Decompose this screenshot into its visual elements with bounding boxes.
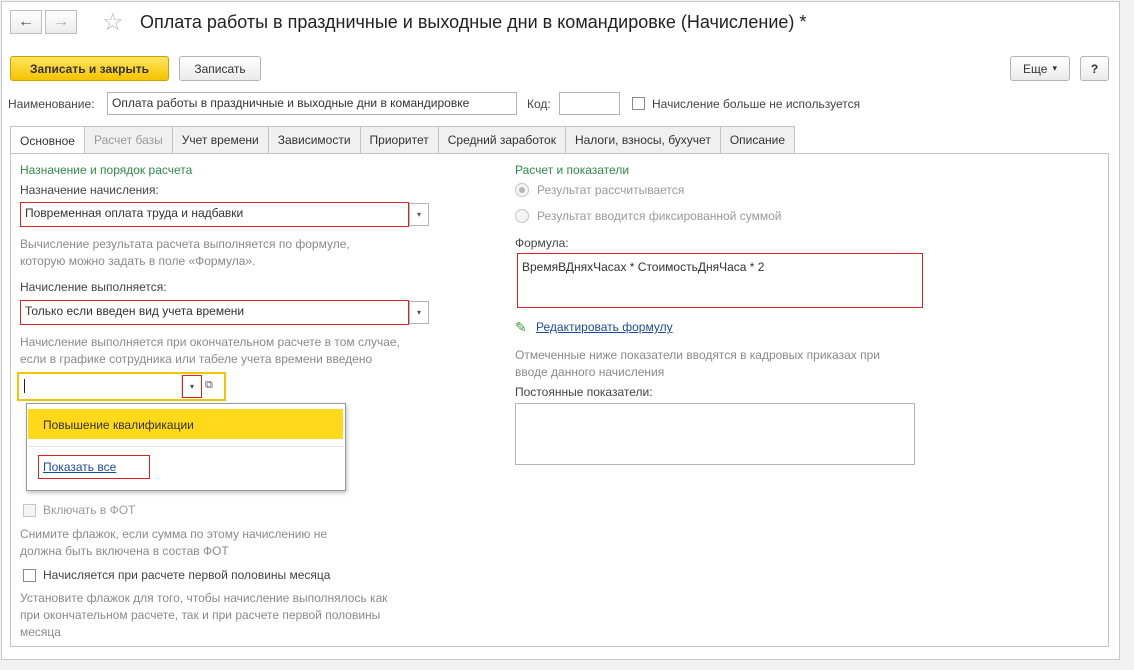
time-kind-dropdown-button[interactable]: ▾ xyxy=(182,375,202,398)
code-field[interactable] xyxy=(559,92,620,115)
exec-note-line: если в графике сотрудника или табеле уче… xyxy=(20,352,373,366)
exec-note-line: Начисление выполняется при окончательном… xyxy=(20,335,400,349)
pencil-icon: ✎ xyxy=(515,319,527,335)
arrow-left-icon: ← xyxy=(18,13,34,30)
purpose-note-line: Вычисление результата расчета выполняетс… xyxy=(20,237,350,251)
document-window: ← → ☆ Оплата работы в праздничные и выхо… xyxy=(1,1,1120,660)
time-kind-popup: Повышение квалификации Показать все xyxy=(26,403,346,491)
name-field[interactable]: Оплата работы в праздничные и выходные д… xyxy=(107,92,517,115)
save-and-close-button[interactable]: Записать и закрыть xyxy=(10,56,169,81)
fot-note: Снимите флажок, если сумма по этому начи… xyxy=(20,526,327,560)
const-indicators-list[interactable] xyxy=(515,403,915,465)
exec-note: Начисление выполняется при окончательном… xyxy=(20,334,400,368)
chevron-down-icon: ▾ xyxy=(416,210,421,219)
indicators-note-line: вводе данного начисления xyxy=(515,365,665,379)
purpose-field[interactable]: Повременная оплата труда и надбавки xyxy=(20,202,409,227)
purpose-note: Вычисление результата расчета выполняетс… xyxy=(20,236,350,270)
help-button[interactable]: ? xyxy=(1080,56,1109,81)
fot-checkbox[interactable] xyxy=(23,504,36,517)
popup-item-qualification[interactable]: Повышение квалификации xyxy=(28,409,343,439)
chevron-down-icon: ▾ xyxy=(416,308,421,317)
radio-fixed-label: Результат вводится фиксированной суммой xyxy=(537,209,782,223)
half-month-note: Установите флажок для того, чтобы начисл… xyxy=(20,590,388,641)
more-button[interactable]: Еще ▾ xyxy=(1010,56,1070,81)
half-month-checkbox[interactable] xyxy=(23,569,36,582)
half-note-line: месяца xyxy=(20,625,61,639)
purpose-dropdown-button[interactable]: ▾ xyxy=(409,203,429,226)
formula-field[interactable]: ВремяВДняхЧасах * СтоимостьДняЧаса * 2 xyxy=(517,253,923,308)
const-indicators-label: Постоянные показатели: xyxy=(515,385,653,399)
fot-note-line: Снимите флажок, если сумма по этому начи… xyxy=(20,527,328,541)
indicators-note: Отмеченные ниже показатели вводятся в ка… xyxy=(515,347,880,381)
exec-label: Начисление выполняется: xyxy=(20,280,167,294)
fot-label: Включать в ФОТ xyxy=(43,503,136,517)
tab-base-calc[interactable]: Расчет базы xyxy=(83,126,173,153)
time-kind-input[interactable] xyxy=(20,375,182,398)
arrow-right-icon: → xyxy=(53,13,69,30)
exec-dropdown-button[interactable]: ▾ xyxy=(409,301,429,324)
tab-time-accounting[interactable]: Учет времени xyxy=(171,126,269,153)
half-note-line: при окончательном расчете, так и при рас… xyxy=(20,608,381,622)
chevron-down-icon: ▾ xyxy=(189,382,194,391)
open-form-icon[interactable]: ⧉ xyxy=(205,379,213,392)
code-label: Код: xyxy=(527,97,551,111)
unused-label: Начисление больше не используется xyxy=(652,97,861,111)
unused-checkbox[interactable] xyxy=(632,97,645,110)
tab-main[interactable]: Основное xyxy=(10,126,85,154)
favorite-star-icon[interactable]: ☆ xyxy=(102,8,124,37)
tab-description[interactable]: Описание xyxy=(719,126,796,153)
window-title: Оплата работы в праздничные и выходные д… xyxy=(140,12,807,32)
fot-note-line: должна быть включена в состав ФОТ xyxy=(20,544,229,558)
radio-fixed[interactable] xyxy=(515,209,529,223)
half-month-label: Начисляется при расчете первой половины … xyxy=(43,568,331,582)
name-label: Наименование: xyxy=(8,97,95,111)
half-note-line: Установите флажок для того, чтобы начисл… xyxy=(20,591,388,605)
popup-divider xyxy=(28,446,344,447)
purpose-label: Назначение начисления: xyxy=(20,183,159,197)
save-button[interactable]: Записать xyxy=(179,56,261,81)
indicators-note-line: Отмеченные ниже показатели вводятся в ка… xyxy=(515,348,880,362)
tab-taxes[interactable]: Налоги, взносы, бухучет xyxy=(564,126,721,153)
tab-dependencies[interactable]: Зависимости xyxy=(267,126,361,153)
tab-average-earnings[interactable]: Средний заработок xyxy=(437,126,566,153)
more-label: Еще xyxy=(1023,61,1048,76)
radio-calculated[interactable] xyxy=(515,183,529,197)
show-all-link[interactable]: Показать все xyxy=(43,460,116,474)
chevron-down-icon: ▾ xyxy=(1052,63,1057,73)
right-section-title: Расчет и показатели xyxy=(515,163,630,177)
radio-calculated-label: Результат рассчитывается xyxy=(537,183,685,197)
edit-formula-link[interactable]: Редактировать формулу xyxy=(536,320,673,334)
forward-button[interactable]: → xyxy=(45,10,77,34)
left-section-title: Назначение и порядок расчета xyxy=(20,163,193,177)
tab-bar: Основное Расчет базы Учет времени Зависи… xyxy=(10,126,796,154)
purpose-note-line: которую можно задать в поле «Формула». xyxy=(20,254,256,268)
formula-label: Формула: xyxy=(515,236,569,250)
text-cursor xyxy=(24,379,25,393)
tab-priority[interactable]: Приоритет xyxy=(359,126,439,153)
exec-field[interactable]: Только если введен вид учета времени xyxy=(20,300,409,325)
back-button[interactable]: ← xyxy=(10,10,42,34)
